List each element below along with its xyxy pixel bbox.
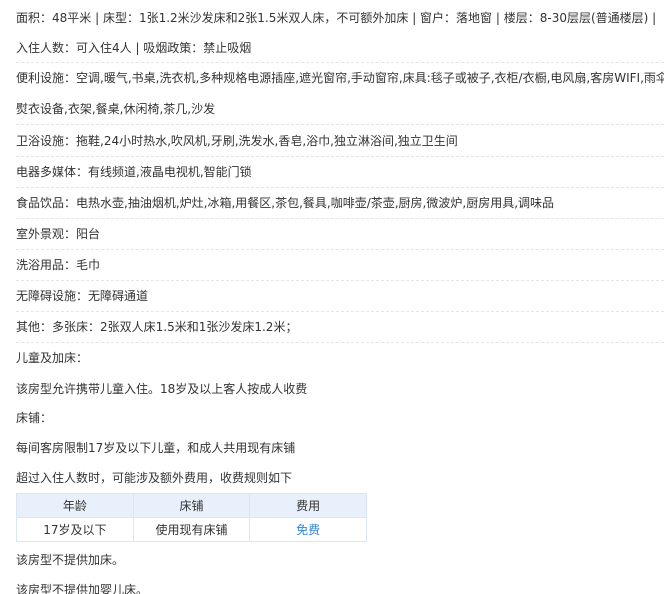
fee-table-header-age: 年龄 bbox=[16, 493, 134, 518]
extra-fee-note: 超过入住人数时，可能涉及额外费用，收费规则如下 bbox=[16, 471, 293, 485]
fee-table-age: 17岁及以下 bbox=[16, 517, 134, 542]
toiletries-text: 洗浴用品：毛巾 bbox=[16, 258, 101, 272]
accessibility-row: 无障碍设施：无障碍通道 bbox=[16, 281, 664, 312]
fee-table: 年龄 床铺 费用 17岁及以下 使用现有床铺 免费 bbox=[16, 493, 367, 542]
occupancy-row: 入住人数：可入住4人 | 吸烟政策：禁止吸烟 bbox=[16, 35, 664, 63]
food-text: 食品饮品：电热水壶,抽油烟机,炉灶,冰箱,用餐区,茶包,餐具,咖啡壶/茶壶,厨房… bbox=[16, 196, 555, 210]
toiletries-row: 洗浴用品：毛巾 bbox=[16, 250, 664, 281]
other-row: 其他：多张床：2张双人床1.5米和1张沙发床1.2米； bbox=[16, 312, 664, 343]
amenities-row-2: 熨衣设备,衣架,餐桌,休闲椅,茶几,沙发 bbox=[16, 95, 664, 125]
fee-table-bed: 使用现有床铺 bbox=[132, 517, 251, 542]
no-extra-bed-text: 该房型不提供加床。 bbox=[16, 553, 125, 567]
children-policy: 该房型允许携带儿童入住。18岁及以上客人按成人收费 bbox=[16, 382, 308, 396]
food-row: 食品饮品：电热水壶,抽油烟机,炉灶,冰箱,用餐区,茶包,餐具,咖啡壶/茶壶,厨房… bbox=[16, 188, 664, 219]
occupancy-text: 入住人数：可入住4人 | 吸烟政策：禁止吸烟 bbox=[16, 41, 252, 55]
no-crib-text: 该房型不提供加婴儿床。 bbox=[16, 583, 149, 594]
bedding-rule: 每间客房限制17岁及以下儿童，和成人共用现有床铺 bbox=[16, 441, 296, 455]
outdoor-text: 室外景观：阳台 bbox=[16, 227, 101, 241]
amenities-text-1: 便利设施：空调,暖气,书桌,洗衣机,多种规格电源插座,遮光窗帘,手动窗帘,床具:… bbox=[16, 71, 664, 85]
amenities-row-1: 便利设施：空调,暖气,书桌,洗衣机,多种规格电源插座,遮光窗帘,手动窗帘,床具:… bbox=[16, 66, 664, 90]
bathroom-row: 卫浴设施：拖鞋,24小时热水,吹风机,牙刷,洗发水,香皂,浴巾,独立淋浴间,独立… bbox=[16, 126, 664, 157]
fee-table-header-row: 年龄 床铺 费用 bbox=[16, 493, 367, 518]
fee-table-header-fee: 费用 bbox=[249, 493, 367, 518]
outdoor-row: 室外景观：阳台 bbox=[16, 219, 664, 250]
children-heading: 儿童及加床： bbox=[16, 351, 89, 365]
room-basic-info-text: 面积：48平米 | 床型：1张1.2米沙发床和2张1.5米双人床，不可额外加床 … bbox=[16, 11, 657, 25]
bedding-heading: 床铺： bbox=[16, 411, 53, 425]
media-row: 电器多媒体：有线频道,液晶电视机,智能门锁 bbox=[16, 157, 664, 188]
room-details-panel: 面积：48平米 | 床型：1张1.2米沙发床和2张1.5米双人床，不可额外加床 … bbox=[0, 0, 664, 594]
fee-table-row: 17岁及以下 使用现有床铺 免费 bbox=[16, 517, 367, 542]
accessibility-text: 无障碍设施：无障碍通道 bbox=[16, 289, 149, 303]
other-text: 其他：多张床：2张双人床1.5米和1张沙发床1.2米； bbox=[16, 320, 298, 334]
media-text: 电器多媒体：有线频道,液晶电视机,智能门锁 bbox=[16, 165, 252, 179]
amenities-text-2: 熨衣设备,衣架,餐桌,休闲椅,茶几,沙发 bbox=[16, 102, 216, 116]
fee-table-header-bed: 床铺 bbox=[132, 493, 251, 518]
fee-table-fee: 免费 bbox=[249, 517, 367, 542]
bathroom-text: 卫浴设施：拖鞋,24小时热水,吹风机,牙刷,洗发水,香皂,浴巾,独立淋浴间,独立… bbox=[16, 134, 458, 148]
room-basic-info-row: 面积：48平米 | 床型：1张1.2米沙发床和2张1.5米双人床，不可额外加床 … bbox=[16, 8, 664, 28]
